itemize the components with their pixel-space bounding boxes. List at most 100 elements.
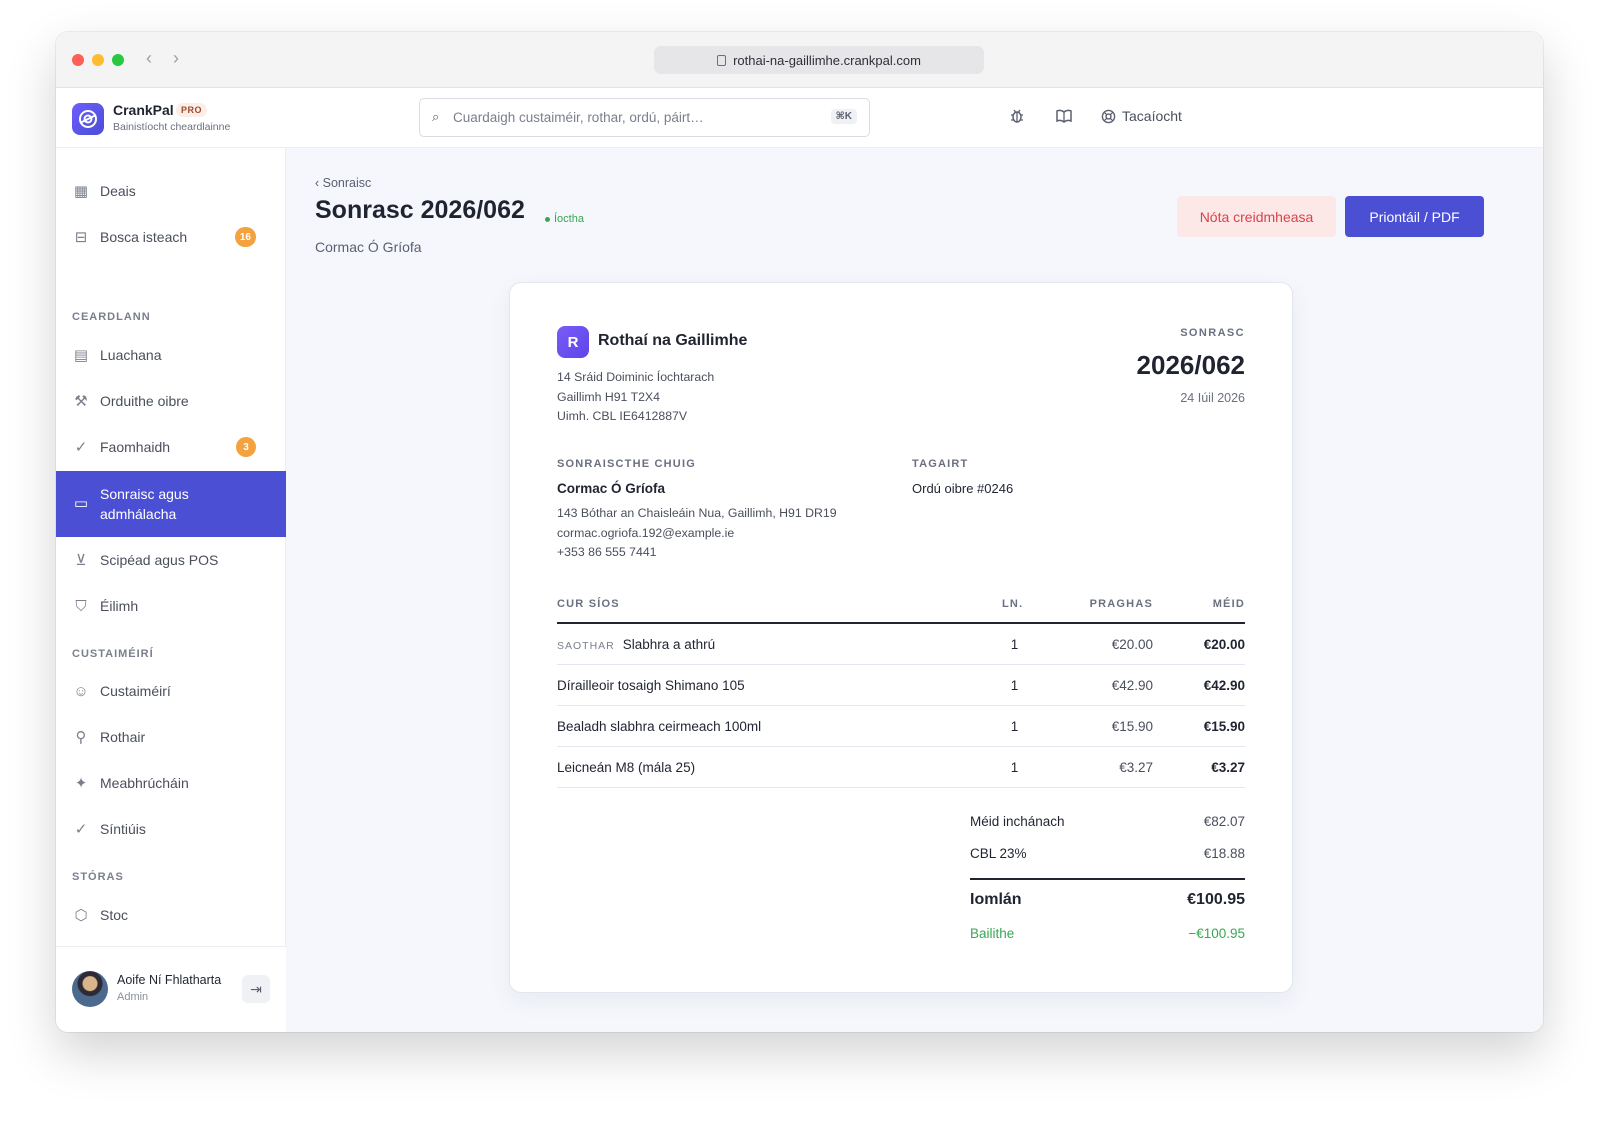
sidebar-item-claims[interactable]: ⛉ Éilimh: [56, 583, 286, 629]
line-tag: SAOTHAR: [557, 640, 615, 652]
subtotal-value: €82.07: [1203, 814, 1245, 829]
shield-icon: ⛉: [75, 597, 87, 615]
logout-icon[interactable]: ⇥: [242, 975, 270, 1003]
sidebar-item-label: Meabhrúcháin: [100, 775, 189, 791]
line-price: €15.90: [1111, 719, 1153, 734]
line-description: SAOTHAR Slabhra a athrú: [557, 637, 715, 652]
shop-name: Rothaí na Gaillimhe: [598, 332, 748, 349]
line-amount: €15.90: [1203, 719, 1245, 734]
status-label: Íoctha: [554, 213, 584, 225]
check-circle-icon: ✓: [74, 439, 88, 456]
table-row: SAOTHAR Slabhra a athrú 1 €20.00 €20.00: [557, 624, 1245, 665]
total-label: Iomlán: [970, 891, 1022, 908]
user-name: Aoife Ní Fhlatharta: [117, 973, 222, 987]
billed-to-label: SONRAISCTHE CHUIG: [557, 458, 696, 470]
minimize-window-button[interactable]: [92, 54, 104, 66]
search-input[interactable]: ⌕ Cuardaigh custaiméir, rothar, ordú, pá…: [419, 98, 870, 137]
sidebar-item-subscriptions[interactable]: ✓ Síntiúis: [56, 806, 286, 852]
wrench-icon: ⚒: [74, 393, 88, 410]
total-rule: [970, 878, 1245, 880]
search-icon: ⌕: [432, 109, 440, 124]
sidebar-item-label: Sonraisc agus admhálacha: [100, 486, 189, 522]
subtotal-label: Méid inchánach: [970, 814, 1065, 829]
sidebar-item-approvals[interactable]: ✓ Faomhaidh 3: [56, 424, 286, 470]
reference-label: TAGAIRT: [912, 458, 969, 470]
chevron-left-icon[interactable]: ‹: [146, 48, 152, 69]
chevron-right-icon[interactable]: ›: [173, 48, 179, 69]
sidebar-item-label: Síntiúis: [100, 821, 146, 837]
cart-icon: ⊻: [75, 552, 87, 569]
line-qty: 1: [1010, 678, 1019, 693]
breadcrumb[interactable]: ‹ Sonraisc: [315, 176, 371, 190]
approvals-count-badge: 3: [236, 437, 256, 457]
invoice-document: R Rothaí na Gaillimhe 14 Sráid Doiminic …: [509, 282, 1293, 993]
reference-value[interactable]: Ordú oibre #0246: [912, 481, 1013, 496]
line-qty: 1: [1010, 637, 1019, 652]
sidebar-item-shop-pos[interactable]: ⊻ Scipéad agus POS: [56, 537, 286, 583]
check-circle-icon: ✓: [74, 821, 88, 838]
sidebar-item-invoices[interactable]: ▭ Sonraisc agus admhálacha: [56, 471, 286, 537]
sidebar-item-work-orders[interactable]: ⚒ Orduithe oibre: [56, 378, 286, 424]
user-role: Admin: [117, 991, 149, 1003]
app-name: CrankPal: [113, 102, 174, 118]
address-bar[interactable]: rothai-na-gaillimhe.crankpal.com: [654, 46, 984, 74]
table-row: Leicneán M8 (mála 25) 1 €3.27 €3.27: [557, 747, 1245, 788]
status-dot-icon: [545, 216, 550, 222]
sidebar-section-customers: CUSTAIMÉIRÍ: [72, 648, 154, 660]
avatar[interactable]: [72, 971, 108, 1007]
support-label: Tacaíocht: [1122, 108, 1182, 124]
page-title: Sonrasc 2026/062: [315, 196, 525, 224]
close-window-button[interactable]: [72, 54, 84, 66]
inbox-icon: ⊟: [74, 229, 88, 246]
line-price: €20.00: [1111, 637, 1153, 652]
table-row: Bealadh slabhra ceirmeach 100ml 1 €15.90…: [557, 706, 1245, 747]
bug-icon[interactable]: [1008, 107, 1026, 130]
paid-label: Bailithe: [970, 926, 1015, 941]
app-header: CrankPal PRO Bainistíocht cheardlainne ⌕…: [56, 88, 1543, 148]
sidebar-section-workshop: CEARDLANN: [72, 311, 151, 323]
user-panel: Aoife Ní Fhlatharta Admin ⇥: [56, 946, 286, 1032]
sidebar-item-label: Custaiméirí: [100, 683, 171, 699]
column-header-amount: MÉID: [1212, 598, 1245, 610]
status-badge: Íoctha: [545, 213, 584, 225]
billed-name: Cormac Ó Gríofa: [557, 481, 666, 496]
logo-icon: [79, 110, 97, 128]
sidebar-item-label: Scipéad agus POS: [100, 552, 219, 568]
app-logo[interactable]: [72, 103, 104, 135]
book-icon[interactable]: [1055, 107, 1073, 130]
credit-note-button[interactable]: Nóta creidmheasa: [1177, 196, 1336, 237]
sidebar-item-reminders[interactable]: ✦ Meabhrúcháin: [56, 760, 286, 806]
column-header-qty: LN.: [1002, 598, 1024, 610]
users-icon: ☺: [73, 682, 89, 700]
sidebar-item-label: Deais: [100, 183, 136, 199]
sidebar-item-inbox[interactable]: ⊟ Bosca isteach 16: [56, 214, 286, 260]
column-header-description: CUR SÍOS: [557, 598, 620, 610]
billed-phone: +353 86 555 7441: [557, 545, 657, 559]
print-pdf-button[interactable]: Priontáil / PDF: [1345, 196, 1484, 237]
sidebar-item-stock[interactable]: ⬡ Stoc: [56, 892, 286, 938]
line-qty: 1: [1010, 760, 1019, 775]
document-type-label: SONRASC: [1180, 327, 1245, 339]
line-description-text: Slabhra a athrú: [622, 637, 716, 652]
sidebar-item-quotes[interactable]: ▤ Luachana: [56, 332, 286, 378]
sidebar-item-label: Faomhaidh: [100, 439, 171, 455]
line-price: €42.90: [1111, 678, 1153, 693]
sidebar-item-bikes[interactable]: ⚲ Rothair: [56, 714, 286, 760]
search-shortcut: ⌘K: [830, 109, 857, 124]
page-customer[interactable]: Cormac Ó Gríofa: [315, 239, 422, 255]
sidebar-item-dashboard[interactable]: ▦ Deais: [56, 168, 286, 214]
vat-label: CBL 23%: [970, 846, 1027, 861]
line-price: €3.27: [1119, 760, 1153, 775]
sidebar-item-customers[interactable]: ☺ Custaiméirí: [56, 668, 286, 714]
sidebar-section-storage: STÓRAS: [72, 871, 124, 883]
shop-address-line: 14 Sráid Doiminic Íochtarach: [557, 370, 715, 384]
box-icon: ⬡: [74, 907, 88, 924]
support-link[interactable]: Tacaíocht: [1101, 108, 1182, 124]
browser-window: ‹ › rothai-na-gaillimhe.crankpal.com Cra…: [56, 32, 1543, 1032]
line-description: Bealadh slabhra ceirmeach 100ml: [557, 719, 762, 734]
line-description: Leicneán M8 (mála 25): [557, 760, 696, 775]
column-header-price: PRAGHAS: [1089, 598, 1153, 610]
billed-address: 143 Bóthar an Chaisleáin Nua, Gaillimh, …: [557, 506, 837, 520]
maximize-window-button[interactable]: [112, 54, 124, 66]
line-description: Dírailleoir tosaigh Shimano 105: [557, 678, 745, 693]
